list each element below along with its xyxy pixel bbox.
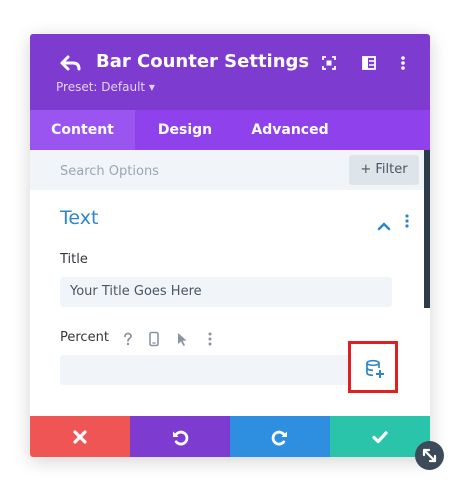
cursor-icon	[178, 333, 187, 346]
help-icon	[124, 332, 132, 346]
filter-button[interactable]: + Filter	[349, 155, 419, 185]
expand-button[interactable]	[318, 52, 340, 74]
expand-icon	[322, 56, 336, 70]
more-vertical-icon	[208, 332, 212, 346]
collapse-button[interactable]	[377, 216, 391, 231]
modal-header: Bar Counter Settings Preset: Default ▾	[30, 34, 430, 110]
check-icon	[372, 431, 388, 444]
split-view-icon	[362, 56, 376, 70]
section-menu-button[interactable]	[403, 212, 411, 230]
redo-button[interactable]	[230, 416, 330, 457]
field-menu-button[interactable]	[205, 331, 215, 347]
resize-icon	[422, 448, 437, 463]
undo-button[interactable]	[130, 416, 230, 457]
tab-content[interactable]: Content	[30, 110, 135, 150]
back-button[interactable]	[58, 50, 84, 76]
more-vertical-icon	[405, 214, 409, 228]
mobile-icon	[149, 331, 159, 347]
settings-modal: Bar Counter Settings Preset: Default ▾ C…	[30, 34, 430, 457]
more-options-button[interactable]	[392, 52, 414, 74]
percent-field-label: Percent	[60, 330, 109, 345]
tab-bar: Content Design Advanced	[30, 110, 430, 150]
back-arrow-icon	[60, 55, 81, 71]
preset-dropdown[interactable]: Preset: Default ▾	[56, 80, 155, 94]
section-title[interactable]: Text	[60, 207, 98, 229]
title-input[interactable]: Your Title Goes Here	[60, 277, 392, 307]
search-input[interactable]	[30, 150, 372, 192]
close-icon	[73, 430, 87, 444]
tab-advanced[interactable]: Advanced	[235, 110, 345, 150]
redo-icon	[271, 430, 287, 446]
dynamic-content-button[interactable]	[364, 358, 386, 380]
modal-footer	[30, 416, 430, 457]
discard-button[interactable]	[30, 416, 130, 457]
dynamic-content-highlight	[348, 341, 398, 393]
resize-handle[interactable]	[415, 441, 444, 470]
scrollbar-thumb[interactable]	[424, 150, 430, 308]
undo-icon	[173, 430, 189, 446]
percent-input[interactable]	[60, 355, 350, 385]
hover-button[interactable]	[174, 331, 190, 347]
title-field-label: Title	[60, 252, 88, 267]
chevron-up-icon	[377, 222, 391, 231]
search-bar: + Filter	[30, 150, 424, 192]
split-view-button[interactable]	[358, 52, 380, 74]
database-add-icon	[366, 359, 384, 378]
help-button[interactable]	[120, 331, 136, 347]
tab-design[interactable]: Design	[135, 110, 235, 150]
responsive-button[interactable]	[146, 331, 162, 347]
modal-title: Bar Counter Settings	[96, 51, 310, 72]
more-vertical-icon	[401, 56, 405, 70]
